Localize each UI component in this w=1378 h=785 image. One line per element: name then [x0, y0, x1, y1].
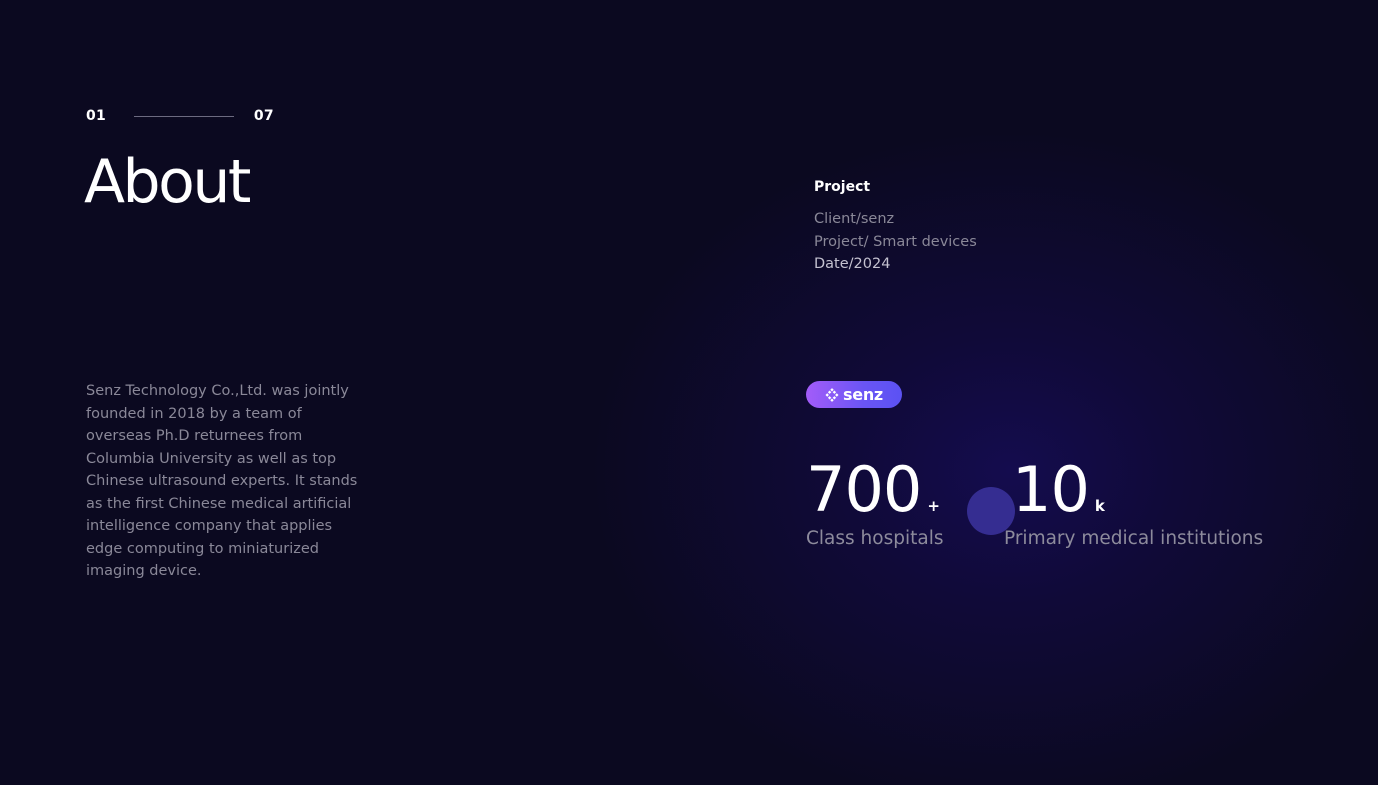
project-heading: Project — [814, 179, 871, 195]
stat-label: Primary medical institutions — [1004, 528, 1264, 549]
pager-total: 07 — [253, 108, 274, 124]
stat-value: 700 — [806, 453, 922, 526]
project-client: Client/senz — [814, 211, 895, 227]
pager-divider — [133, 115, 234, 117]
project-info: Project Client/senz Project/ Smart devic… — [814, 178, 977, 276]
stat-suffix: k — [1094, 497, 1105, 515]
slide-pager: 01 07 — [86, 106, 274, 126]
stat-label: Class hospitals — [806, 528, 944, 549]
senz-logo: senz — [806, 381, 902, 408]
senz-diamond-icon — [825, 387, 839, 402]
stat-primary-institutions: 10 k Primary medical institutions — [1004, 453, 1263, 550]
stat-class-hospitals: 700 + Class hospitals — [806, 453, 944, 550]
page-title: About — [84, 147, 251, 217]
project-type: Project/ Smart devices — [814, 233, 977, 250]
company-description: Senz Technology Co.,Ltd. was jointly fou… — [86, 383, 358, 579]
stat-suffix: + — [927, 497, 940, 515]
stat-value: 10 — [1012, 453, 1090, 526]
senz-wordmark: senz — [843, 384, 883, 404]
pager-current: 01 — [86, 108, 106, 124]
project-date: Date/2024 — [814, 256, 891, 272]
